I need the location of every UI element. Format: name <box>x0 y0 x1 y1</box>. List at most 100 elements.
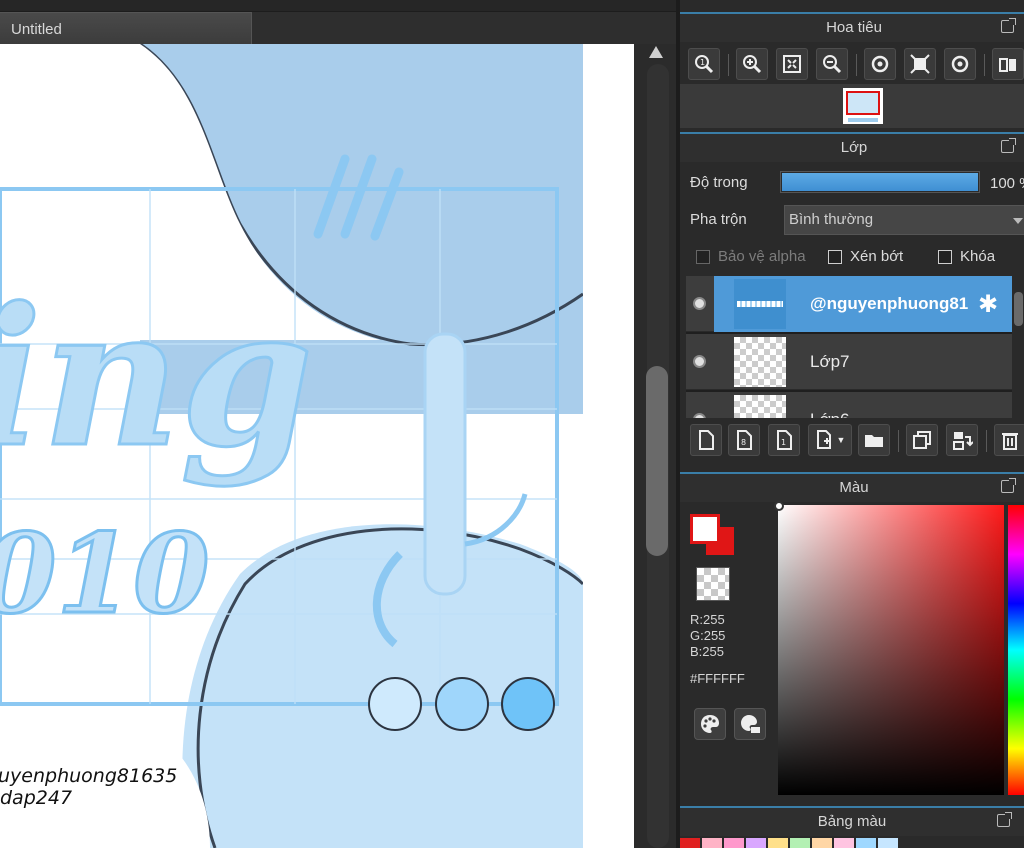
palette-swatch[interactable] <box>680 838 700 848</box>
art-word: ing <box>0 266 313 489</box>
gear-icon[interactable]: ✱ <box>978 290 998 319</box>
color-palette-button[interactable] <box>694 708 726 740</box>
lock-checkbox[interactable] <box>938 250 952 264</box>
clipping-label: Xén bớt <box>850 248 904 265</box>
duplicate-icon <box>913 431 931 449</box>
palette-title: Bảng màu <box>817 813 887 830</box>
layer-thumbnail <box>734 279 786 329</box>
protect-alpha-checkbox[interactable] <box>696 250 710 264</box>
layer-title: Lớp <box>840 139 868 156</box>
fit-screen-icon <box>783 55 801 73</box>
palette-swatch[interactable] <box>812 838 832 848</box>
rotate-left-icon <box>871 55 889 73</box>
layer-name: Lớp6 <box>810 410 850 418</box>
opacity-slider-fill <box>782 173 978 191</box>
window-top-strip <box>0 0 676 12</box>
clipping-checkbox[interactable] <box>828 250 842 264</box>
color-g-value: G:255 <box>690 628 726 643</box>
8bit-layer-icon: 8 <box>737 430 752 450</box>
dock-icon[interactable] <box>997 812 1012 827</box>
palette-swatch[interactable] <box>878 838 898 848</box>
hue-slider[interactable] <box>1008 505 1024 795</box>
magnifier-1-icon: 1 <box>695 55 714 74</box>
color-panel-title[interactable]: Màu <box>680 472 1024 502</box>
zoom-actual-button[interactable]: 1 <box>688 48 720 80</box>
chevron-down-icon: ▼ <box>836 435 846 445</box>
palette-swatch[interactable] <box>834 838 854 848</box>
reset-view-icon <box>910 54 930 74</box>
trash-icon <box>1002 433 1018 450</box>
color-settings-button[interactable] <box>734 708 766 740</box>
duplicate-layer-button[interactable] <box>906 424 938 456</box>
layer-row[interactable]: @nguyenphuong81 ✱ <box>686 276 1012 332</box>
color-title: Màu <box>839 479 869 496</box>
palette-panel-title[interactable]: Bảng màu <box>680 806 1024 836</box>
new-8bit-layer-button[interactable]: 8 <box>728 424 760 456</box>
flip-horizontal-button[interactable] <box>992 48 1024 80</box>
color-picker-cursor[interactable] <box>774 501 784 511</box>
navigator-thumbnail[interactable] <box>843 88 883 124</box>
document-tab[interactable]: Untitled <box>0 12 252 44</box>
palette-swatch[interactable] <box>768 838 788 848</box>
scroll-up-arrow-icon[interactable] <box>649 46 663 58</box>
palette-swatch[interactable] <box>856 838 876 848</box>
palette-settings-icon <box>741 715 760 733</box>
opacity-slider[interactable] <box>780 171 980 193</box>
layer-panel-title[interactable]: Lớp <box>680 132 1024 162</box>
fit-window-button[interactable] <box>776 48 808 80</box>
zoom-out-button[interactable] <box>816 48 848 80</box>
add-layer-icon <box>816 430 831 449</box>
blend-mode-select[interactable]: Bình thường <box>784 205 1024 235</box>
signature-line-2: dap247 <box>0 787 72 809</box>
new-1bit-layer-button[interactable]: 1 <box>768 424 800 456</box>
layer-list-scrollbar[interactable] <box>1012 276 1024 418</box>
drawing-canvas[interactable]: ing 010 uyenphuong81635 dap247 <box>0 44 634 848</box>
rotate-right-icon <box>951 55 969 73</box>
palette-swatch[interactable] <box>746 838 766 848</box>
dock-icon[interactable] <box>1001 478 1016 493</box>
new-layer-button[interactable] <box>690 424 722 456</box>
scroll-thumb[interactable] <box>646 366 668 556</box>
document-area: Untitled ing 010 uyenphuong81635 dap247 <box>0 0 676 848</box>
visibility-eye-icon[interactable] <box>693 355 706 368</box>
new-folder-button[interactable] <box>858 424 890 456</box>
delete-layer-button[interactable] <box>994 424 1024 456</box>
foreground-color-swatch[interactable] <box>690 514 720 544</box>
blend-mode-value: Bình thường <box>789 211 874 228</box>
add-layer-menu-button[interactable]: ▼ <box>808 424 852 456</box>
layer-row[interactable]: Lớp6 <box>686 392 1012 418</box>
navigator-panel-title[interactable]: Hoa tiêu <box>680 12 1024 42</box>
navigator-title: Hoa tiêu <box>826 19 882 36</box>
layer-name: @nguyenphuong81 <box>810 294 969 313</box>
zoom-in-button[interactable] <box>736 48 768 80</box>
rotate-left-button[interactable] <box>864 48 896 80</box>
palette-swatch[interactable] <box>790 838 810 848</box>
visibility-eye-icon[interactable] <box>693 413 706 418</box>
visibility-eye-icon[interactable] <box>693 297 706 310</box>
dock-icon[interactable] <box>1001 138 1016 153</box>
color-r-value: R:255 <box>690 612 725 627</box>
layer-row[interactable]: Lớp7 <box>686 334 1012 390</box>
saturation-value-field[interactable] <box>778 505 1004 795</box>
reset-view-button[interactable] <box>904 48 936 80</box>
svg-text:8: 8 <box>741 438 746 447</box>
viewport-indicator[interactable] <box>846 91 880 115</box>
dock-icon[interactable] <box>1001 18 1016 33</box>
merge-down-icon <box>953 432 973 450</box>
layer-thumbnail <box>734 395 786 418</box>
folder-icon <box>865 435 883 447</box>
svg-text:1: 1 <box>781 438 786 447</box>
rotate-right-button[interactable] <box>944 48 976 80</box>
palette-swatch[interactable] <box>724 838 744 848</box>
protect-alpha-label: Bảo vệ alpha <box>718 248 806 265</box>
navigator-preview[interactable] <box>680 84 1024 128</box>
transparent-color-swatch[interactable] <box>696 567 730 601</box>
layer-thumbnail <box>734 337 786 387</box>
tab-bar <box>252 12 676 44</box>
layer-list[interactable]: @nguyenphuong81 ✱ Lớp7 Lớp6 <box>686 276 1012 418</box>
palette-swatch[interactable] <box>702 838 722 848</box>
merge-down-button[interactable] <box>946 424 978 456</box>
flip-horizontal-icon <box>999 58 1016 72</box>
color-hex-value[interactable]: #FFFFFF <box>690 671 745 686</box>
canvas-vertical-scrollbar[interactable] <box>642 44 672 848</box>
